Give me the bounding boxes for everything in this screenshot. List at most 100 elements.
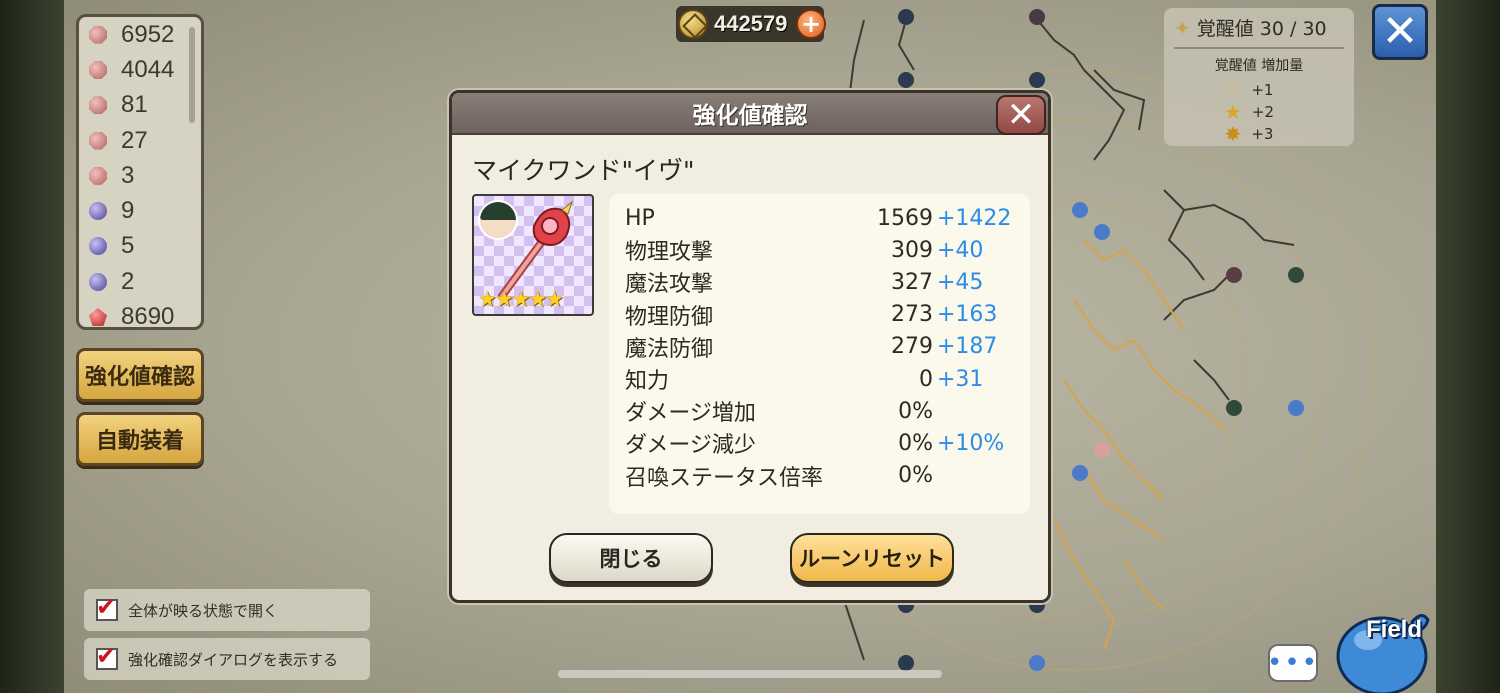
stat-bonus: +10% — [937, 430, 1005, 456]
stat-value: 279 — [891, 334, 933, 360]
awakening-level: ★ +2 — [1174, 101, 1344, 123]
option-label: 全体が映る状態で開く — [128, 601, 279, 620]
rune-reset-button[interactable]: ルーンリセット — [790, 533, 954, 583]
gem-red-icon — [89, 166, 107, 185]
gem-ruby-icon — [89, 308, 107, 327]
material-row: 27 — [79, 123, 201, 158]
field-label: Field — [1366, 616, 1423, 643]
material-row: 3 — [79, 158, 201, 193]
awakening-level: ✧ +1 — [1174, 79, 1344, 101]
material-row: 8690 — [79, 299, 201, 330]
stat-label: 魔法防御 — [625, 336, 714, 362]
material-count: 3 — [121, 161, 135, 189]
material-row: 9 — [79, 193, 201, 228]
stat-row: HP 1569 +1422 — [625, 202, 1014, 234]
auto-equip-button[interactable]: 自動装着 — [76, 412, 204, 466]
awakening-level: ✸ +3 — [1174, 123, 1344, 145]
stat-value: 273 — [891, 302, 933, 328]
dialog-header: 強化値確認 — [452, 93, 1048, 135]
stat-row: ダメージ増加 0% — [625, 395, 1014, 427]
material-row: 81 — [79, 88, 201, 123]
currency-amount: 442579 — [714, 11, 788, 36]
stat-label: ダメージ減少 — [625, 433, 756, 459]
star-icon: ★ — [1223, 100, 1242, 124]
stat-row: ダメージ減少 0% +10% — [625, 427, 1014, 459]
material-count: 5 — [121, 232, 135, 260]
close-button[interactable]: 閉じる — [549, 533, 713, 583]
stat-row: 魔法攻撃 327 +45 — [625, 266, 1014, 298]
stat-label: 物理防御 — [625, 304, 714, 330]
material-count: 8690 — [121, 303, 175, 330]
coin-icon — [678, 9, 708, 39]
item-name: マイクワンド"イヴ" — [472, 156, 695, 185]
gem-purple-icon — [89, 237, 107, 256]
dialog-close-icon[interactable]: ✕ — [996, 95, 1046, 135]
right-letterbox — [1436, 0, 1500, 693]
dialog-title: 強化値確認 — [692, 103, 808, 129]
material-scrollbar[interactable] — [189, 27, 195, 123]
left-letterbox — [0, 0, 64, 693]
field-button[interactable]: Field — [1328, 604, 1436, 693]
star-outline-icon: ✧ — [1224, 78, 1242, 102]
stat-label: HP — [625, 205, 655, 231]
option-label: 強化確認ダイアログを表示する — [128, 650, 339, 669]
option-show-enhance-dialog[interactable]: ✔ 強化確認ダイアログを表示する — [84, 638, 370, 680]
option-open-full-view[interactable]: ✔ 全体が映る状態で開く — [84, 589, 370, 631]
material-count: 9 — [121, 197, 135, 225]
stat-label: 知力 — [625, 369, 670, 395]
material-list[interactable]: 6952 4044 81 27 3 9 5 2 8690 — [76, 14, 204, 330]
close-icon[interactable]: ✕ — [1372, 4, 1428, 60]
gem-red-icon — [89, 60, 107, 79]
stats-table: HP 1569 +1422 物理攻撃 309 +40 魔法攻撃 327 +45 物理防御 27… — [609, 194, 1030, 514]
material-count: 27 — [121, 126, 148, 154]
checkmark-icon: ✔ — [96, 642, 117, 670]
stat-row: 魔法防御 279 +187 — [625, 331, 1014, 363]
chat-bubble-icon[interactable]: ••• — [1267, 644, 1318, 682]
awakening-level-label: +3 — [1251, 125, 1274, 143]
currency-bar: 442579 + — [676, 6, 826, 42]
stat-row: 知力 0 +31 — [625, 363, 1014, 395]
gem-purple-icon — [89, 202, 107, 221]
awakening-title: 覚醒値 30 / 30 — [1196, 18, 1327, 40]
stat-label: 召喚ステータス倍率 — [625, 465, 824, 491]
stat-label: 魔法攻撃 — [625, 272, 714, 298]
stat-value: 327 — [891, 269, 933, 295]
material-count: 2 — [121, 267, 135, 295]
home-indicator[interactable] — [558, 670, 942, 678]
stat-row: 召喚ステータス倍率 0% — [625, 460, 1014, 492]
checkbox[interactable]: ✔ — [96, 644, 118, 670]
stat-value: 0% — [898, 398, 933, 424]
material-row: 4044 — [79, 52, 201, 87]
gem-red-icon — [89, 96, 107, 115]
awakening-title-row: ✦ 覚醒値 30 / 30 — [1174, 14, 1344, 41]
rarity-stars: ★★★★★ — [478, 287, 564, 311]
checkbox[interactable]: ✔ — [96, 595, 118, 621]
stat-bonus: +40 — [937, 237, 984, 263]
material-row: 6952 — [79, 17, 201, 52]
stat-bonus: +1422 — [937, 205, 1012, 231]
gem-red-icon — [89, 25, 107, 44]
enhance-check-button[interactable]: 強化値確認 — [76, 348, 204, 402]
enhance-check-dialog: 強化値確認 ✕ マイクワンド"イヴ" ★★★★★ HP 1569 +1422 物理攻… — [449, 90, 1051, 603]
divider — [1174, 47, 1344, 49]
awakening-star-icon: ✦ — [1174, 15, 1191, 40]
material-count: 6952 — [121, 20, 175, 48]
stat-value: 309 — [891, 237, 933, 263]
stat-bonus: +163 — [937, 302, 998, 328]
item-card[interactable]: ★★★★★ — [472, 194, 594, 316]
awakening-panel: ✦ 覚醒値 30 / 30 覚醒値 増加量 ✧ +1 ★ +2 ✸ +3 — [1164, 8, 1354, 146]
awakening-level-label: +1 — [1251, 81, 1274, 99]
material-count: 81 — [121, 91, 148, 119]
stat-value: 1569 — [877, 205, 933, 231]
stat-value: 0% — [898, 463, 933, 489]
stat-label: ダメージ増加 — [625, 401, 756, 427]
stat-value: 0 — [919, 366, 933, 392]
star-burst-icon: ✸ — [1224, 122, 1242, 146]
plus-icon[interactable]: + — [796, 9, 826, 39]
stat-bonus: +45 — [937, 269, 984, 295]
stat-label: 物理攻撃 — [625, 240, 714, 266]
stat-value: 0% — [898, 430, 933, 456]
material-row: 5 — [79, 229, 201, 264]
gem-red-icon — [89, 131, 107, 150]
stat-row: 物理防御 273 +163 — [625, 299, 1014, 331]
